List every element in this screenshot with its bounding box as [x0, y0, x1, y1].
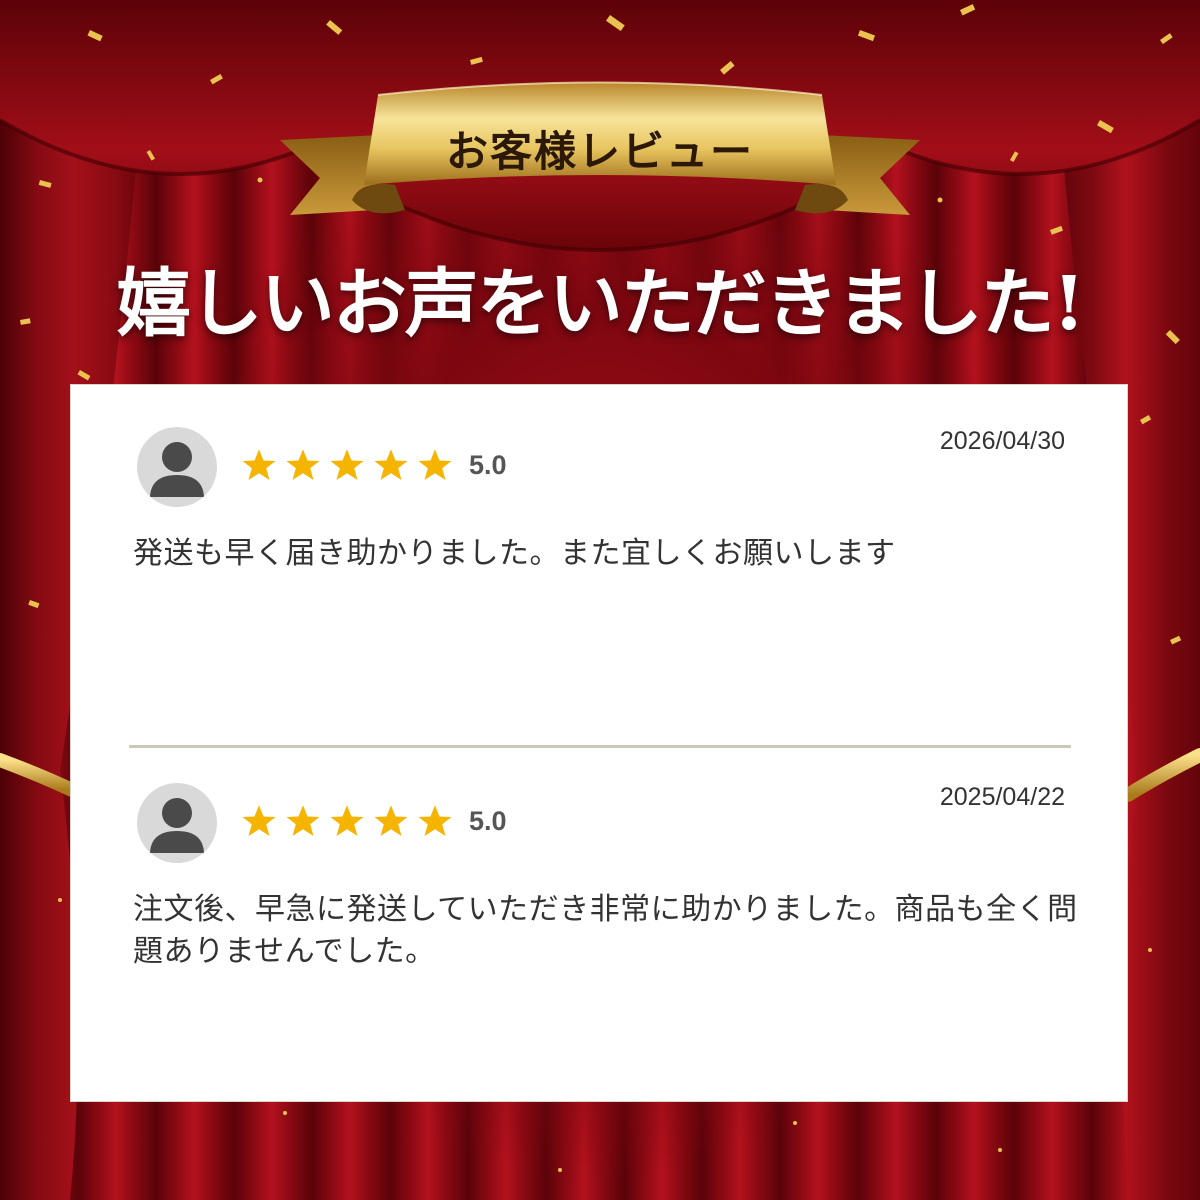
review-divider: [129, 745, 1071, 748]
rating-score: 5.0: [469, 449, 507, 480]
review-date: 2026/04/30: [939, 427, 1065, 455]
curtain-background: お客様レビュー 嬉しいお声をいただきました! 5.0 2026/04/30 発送…: [0, 0, 1200, 1200]
user-avatar-icon: [137, 783, 217, 863]
page-headline: 嬉しいお声をいただきました!: [116, 261, 1085, 347]
star-icon: [374, 449, 408, 480]
star-icon: [418, 449, 452, 480]
rating-score: 5.0: [469, 805, 507, 836]
star-icon: [330, 449, 364, 480]
star-icon: [374, 805, 408, 836]
star-icon: [286, 449, 320, 480]
review-text: 発送も早く届き助かりました。また宜しくお願いします: [133, 536, 896, 571]
star-rating: 5.0: [241, 445, 507, 485]
star-icon: [242, 449, 276, 480]
review-card: 5.0 2026/04/30 発送も早く届き助かりました。また宜しくお願いします…: [70, 384, 1128, 1102]
banner-label: お客様レビュー: [445, 127, 754, 176]
review-text: 注文後、早急に発送していただき非常に助かりました。商品も全く問題ありませんでした…: [133, 892, 1078, 969]
star-icon: [286, 805, 320, 836]
user-avatar-icon: [137, 427, 217, 507]
review-date: 2025/04/22: [939, 783, 1065, 811]
star-icon: [242, 805, 276, 836]
star-rating: 5.0: [241, 801, 507, 841]
star-icon: [418, 805, 452, 836]
star-icon: [330, 805, 364, 836]
